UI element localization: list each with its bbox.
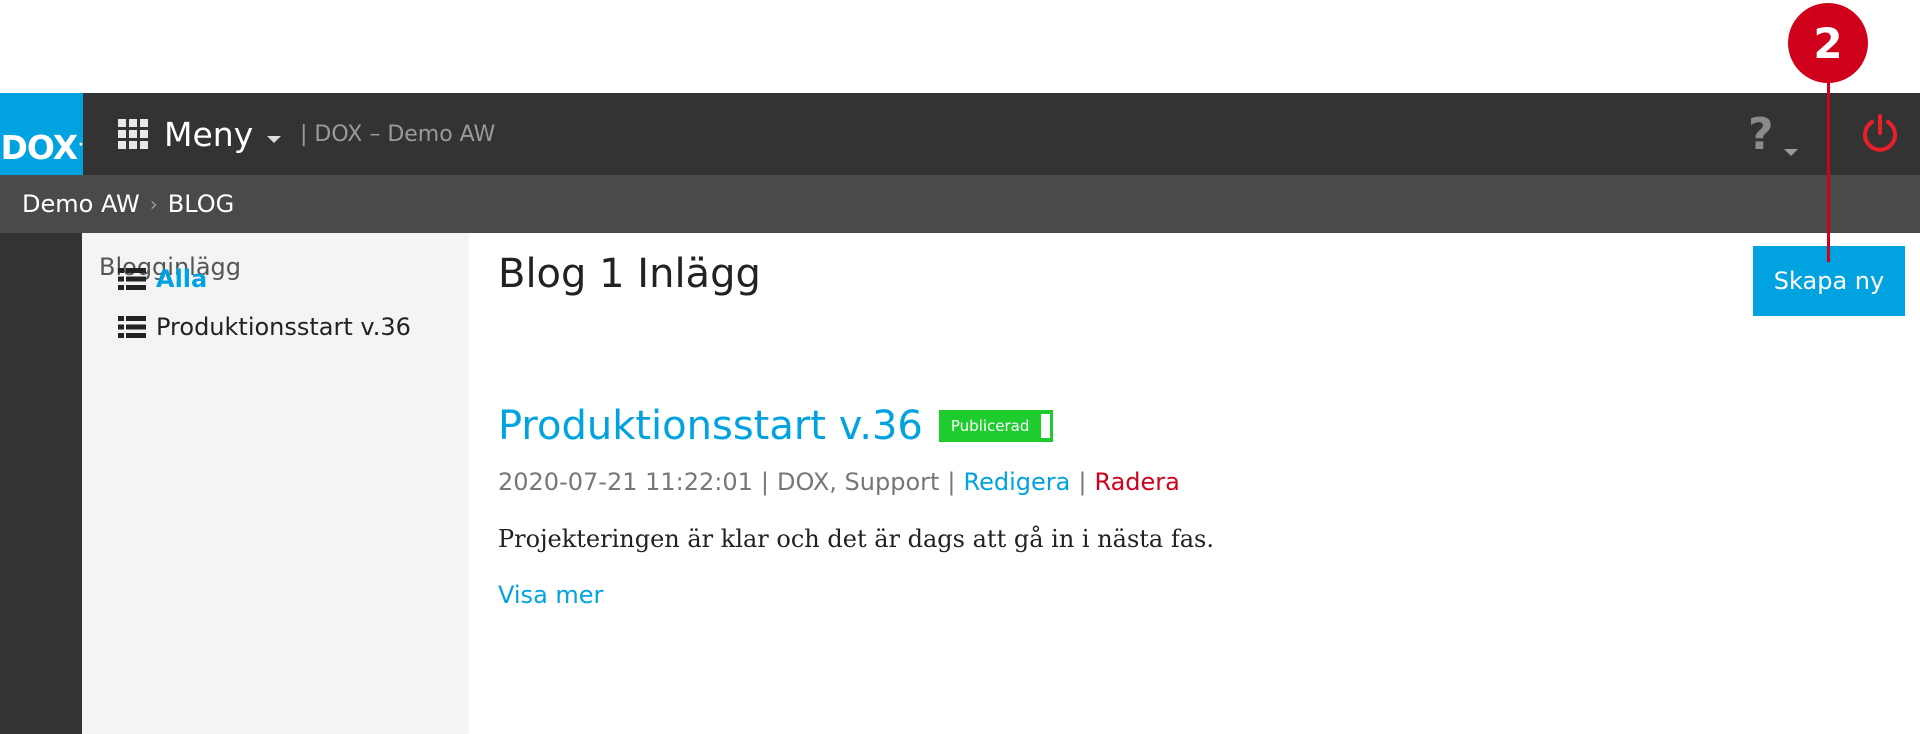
delete-link[interactable]: Radera [1094, 468, 1179, 496]
sidebar-item-label: Produktionsstart v.36 [156, 313, 411, 341]
logout-button[interactable] [1860, 113, 1900, 153]
list-icon [118, 268, 146, 290]
post-authors: DOX, Support [777, 468, 940, 496]
post-meta: 2020-07-21 11:22:01 | DOX, Support | Rediger… [498, 468, 1180, 496]
meta-separator: | [947, 468, 956, 496]
main-menu-button[interactable]: Meny [118, 93, 282, 175]
menu-label: Meny [164, 114, 254, 154]
breadcrumb-item-blog[interactable]: BLOG [168, 190, 234, 218]
sidebar-item-alla[interactable]: Alla [118, 265, 207, 293]
edit-link[interactable]: Redigera [964, 468, 1071, 496]
left-nav-strip [0, 233, 82, 734]
meta-separator: | [1078, 468, 1087, 496]
chevron-right-icon: › [149, 192, 158, 216]
callout-number-badge: 2 [1788, 3, 1868, 83]
status-toggle-knob [1041, 414, 1051, 438]
status-badge[interactable]: Publicerad [938, 410, 1054, 442]
sidebar-item-produktionsstart[interactable]: Produktionsstart v.36 [118, 313, 411, 341]
page-title: Blog 1 Inlägg [498, 251, 761, 297]
post-date: 2020-07-21 11:22:01 [498, 468, 753, 496]
help-button[interactable]: ? [1748, 93, 1798, 175]
callout-line [1827, 80, 1830, 262]
read-more-link[interactable]: Visa mer [498, 581, 603, 609]
logo-text: DOX [0, 128, 78, 167]
sidebar: Blogginlägg Alla Produktionsstart v.36 [82, 233, 469, 734]
status-badge-label: Publicerad [950, 417, 1030, 435]
question-icon: ? [1748, 108, 1774, 160]
dox-logo[interactable]: DOX · [0, 93, 84, 175]
logo-dot: · [78, 137, 83, 153]
top-header: DOX · Meny | DOX – Demo AW ? [0, 93, 1920, 175]
main-content: Blog 1 Inlägg Skapa ny Produktionsstart … [469, 233, 1920, 734]
chevron-down-icon [1783, 148, 1798, 156]
grid-icon [118, 119, 148, 149]
post-excerpt: Projekteringen är klar och det är dags a… [498, 525, 1215, 553]
post-header: Produktionsstart v.36 Publicerad [498, 403, 1054, 449]
meta-separator: | [760, 468, 769, 496]
list-icon [118, 316, 146, 338]
annotation-area [0, 0, 1920, 93]
breadcrumb: Demo AW › BLOG [0, 175, 1920, 233]
power-icon [1863, 114, 1897, 152]
sidebar-item-label: Alla [156, 265, 208, 293]
post-title-link[interactable]: Produktionsstart v.36 [498, 403, 923, 449]
site-name: | DOX – Demo AW [300, 121, 496, 147]
breadcrumb-item-demo-aw[interactable]: Demo AW [22, 190, 140, 218]
chevron-down-icon [267, 135, 282, 143]
